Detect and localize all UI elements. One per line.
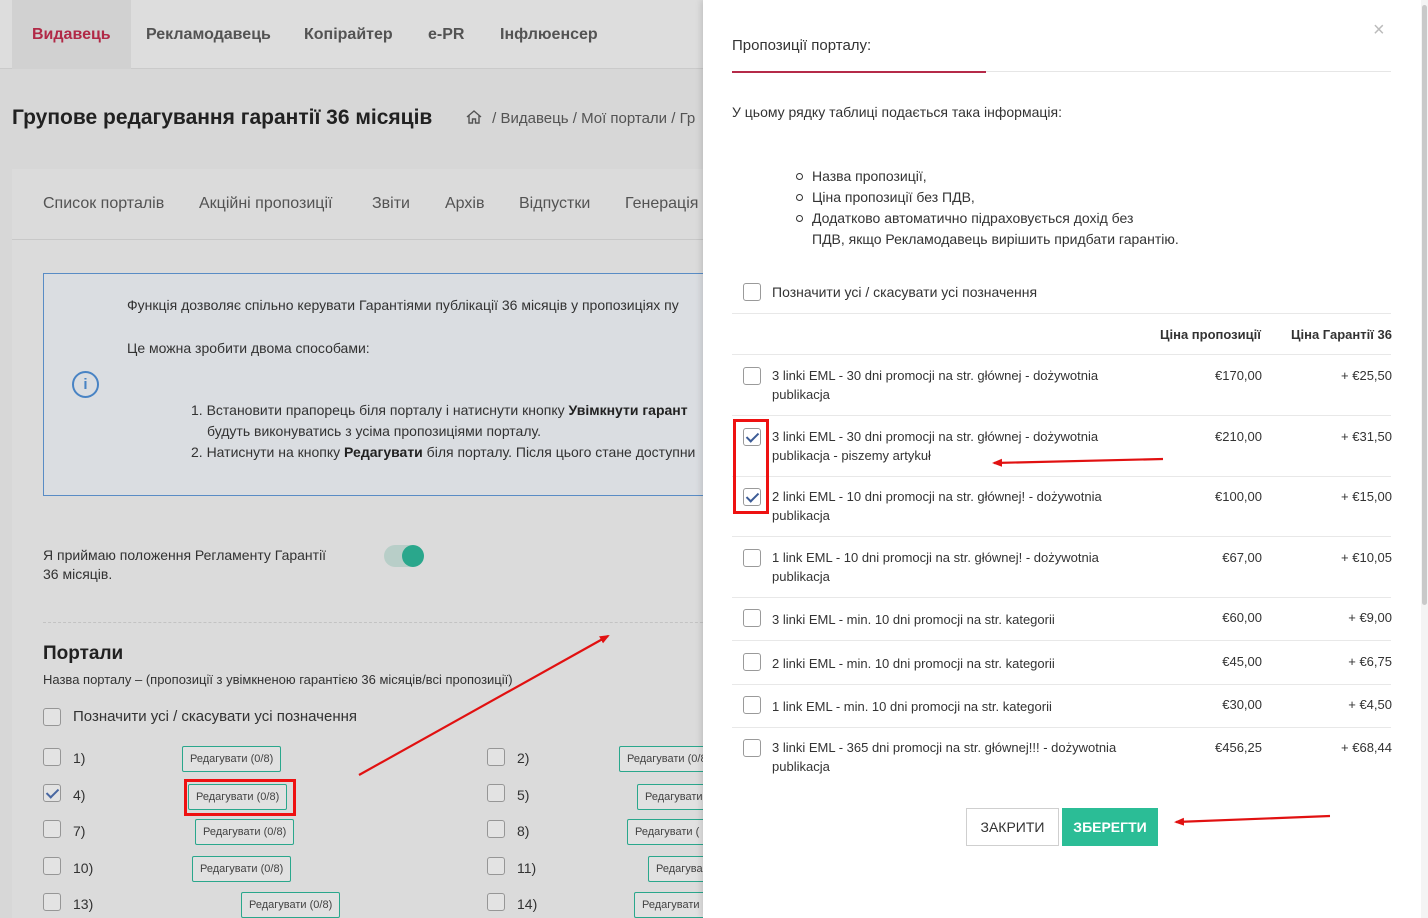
column-header-price: Ціна пропозиції (1160, 327, 1261, 342)
scrollbar-thumb[interactable] (1422, 5, 1427, 605)
offer-checkbox-7[interactable] (743, 696, 761, 714)
table-row-divider (732, 727, 1391, 728)
offer-price-2: €210,00 (1215, 429, 1262, 444)
offer-checkbox-6[interactable] (743, 653, 761, 671)
annotation-highlight-edit-button (184, 779, 296, 816)
offer-price-7: €30,00 (1222, 697, 1262, 712)
offer-price-4: €67,00 (1222, 550, 1262, 565)
save-button[interactable]: ЗБЕРЕГТИ (1062, 808, 1158, 846)
table-row-divider (732, 597, 1391, 598)
drawer-title: Пропозиції порталу: (732, 37, 872, 54)
table-row-divider (732, 415, 1391, 416)
offer-guarantee-5: + €9,00 (1348, 610, 1392, 625)
bullet-item-continued: ПДВ, якщо Рекламодавець вирішить придбат… (812, 231, 1179, 247)
offer-price-1: €170,00 (1215, 368, 1262, 383)
offer-checkbox-4[interactable] (743, 549, 761, 567)
offer-name-1: 3 linki EML - 30 dni promocji na str. gł… (772, 368, 1099, 402)
bullet-item: Ціна пропозиції без ПДВ, (796, 187, 1179, 208)
offer-name-5: 3 linki EML - min. 10 dni promocji na st… (772, 612, 1055, 627)
offers-drawer: Пропозиції порталу: × У цьому рядку табл… (703, 0, 1428, 918)
offer-guarantee-8: + €68,44 (1341, 740, 1392, 755)
table-row-divider (732, 476, 1391, 477)
table-divider (732, 313, 1391, 314)
offer-checkbox-5[interactable] (743, 609, 761, 627)
table-row-divider (732, 536, 1391, 537)
offer-price-3: €100,00 (1215, 489, 1262, 504)
select-all-offers-label: Позначити усі / скасувати усі позначення (772, 284, 1038, 300)
offer-name-7: 1 link EML - min. 10 dni promocji na str… (772, 699, 1052, 714)
drawer-intro: У цьому рядку таблиці подається така інф… (732, 104, 1062, 120)
offer-guarantee-1: + €25,50 (1341, 368, 1392, 383)
offer-name-6: 2 linki EML - min. 10 dni promocji na st… (772, 656, 1055, 671)
offer-guarantee-7: + €4,50 (1348, 697, 1392, 712)
close-button[interactable]: ЗАКРИТИ (966, 808, 1059, 846)
offer-checkbox-1[interactable] (743, 367, 761, 385)
table-row-divider (732, 640, 1391, 641)
close-icon[interactable]: × (1373, 20, 1385, 40)
offer-guarantee-3: + €15,00 (1341, 489, 1392, 504)
offer-guarantee-2: + €31,50 (1341, 429, 1392, 444)
select-all-offers-checkbox[interactable] (743, 283, 761, 301)
annotation-highlight-checkboxes (733, 419, 769, 514)
offer-name-8: 3 linki EML - 365 dni promocji na str. g… (772, 740, 1117, 774)
drawer-scrollbar[interactable] (1421, 0, 1428, 918)
bullet-item: Назва пропозиції, (796, 166, 1179, 187)
table-divider (732, 354, 1391, 355)
table-row-divider (732, 684, 1391, 685)
offer-name-4: 1 link EML - 10 dni promocji na str. głó… (772, 550, 1099, 584)
column-header-guarantee: Ціна Гарантії 36 (1291, 327, 1392, 342)
offer-price-6: €45,00 (1222, 654, 1262, 669)
info-bullet-list: Назва пропозиції, Ціна пропозиції без ПД… (796, 166, 1179, 250)
offer-guarantee-6: + €6,75 (1348, 654, 1392, 669)
offer-price-8: €456,25 (1215, 740, 1262, 755)
offer-guarantee-4: + €10,05 (1341, 550, 1392, 565)
drawer-title-underline (732, 71, 986, 73)
offer-name-3: 2 linki EML - 10 dni promocji na str. gł… (772, 489, 1102, 523)
offer-name-2: 3 linki EML - 30 dni promocji na str. gł… (772, 429, 1099, 463)
drawer-backdrop[interactable] (0, 0, 703, 918)
offer-checkbox-8[interactable] (743, 739, 761, 757)
offer-price-5: €60,00 (1222, 610, 1262, 625)
bullet-item: Додатково автоматично підраховується дох… (796, 208, 1179, 229)
